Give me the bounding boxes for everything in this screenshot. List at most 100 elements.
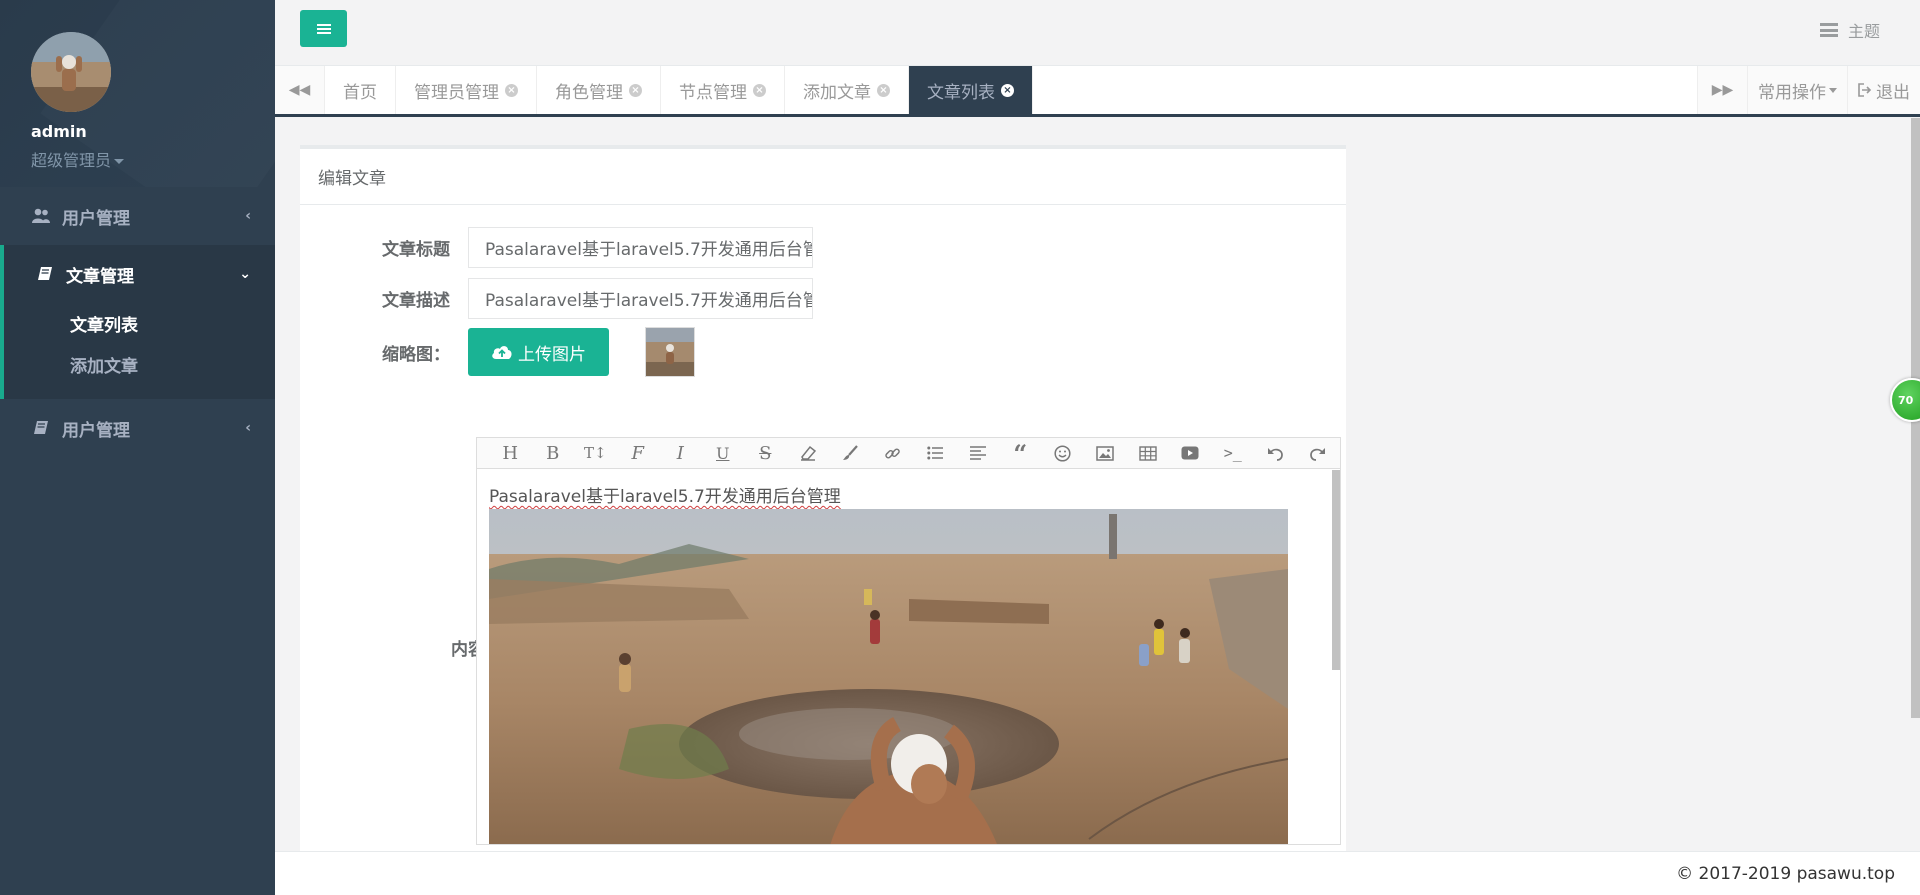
emoji-icon[interactable] xyxy=(1042,438,1085,469)
editor-toolbar: H B T↕ F I U S “ >_ xyxy=(477,438,1340,469)
menu-toggle-button[interactable] xyxy=(300,10,347,47)
undo-icon[interactable] xyxy=(1254,438,1297,469)
double-chevron-left-icon: ◀◀ xyxy=(288,82,311,98)
close-icon[interactable]: × xyxy=(505,83,518,97)
close-icon[interactable]: × xyxy=(877,83,890,97)
close-icon[interactable]: × xyxy=(629,83,642,97)
tabbar-right-actions: ▶▶ 常用操作 退出 xyxy=(1697,66,1920,114)
logout-label: 退出 xyxy=(1876,82,1910,103)
editor-scrollbar[interactable] xyxy=(1332,470,1340,670)
tabs: 首页 管理员管理 × 角色管理 × 节点管理 × 添加文章 × 文章列表 × xyxy=(325,66,1033,114)
profile-block: admin 超级管理员 xyxy=(0,0,275,187)
sub-menu-articles: 文章列表 添加文章 xyxy=(4,303,275,399)
strikethrough-icon[interactable]: S xyxy=(744,438,787,469)
edit-article-panel: 编辑文章 文章标题 Pasalaravel基于laravel5.7开发通用后台管… xyxy=(300,145,1346,851)
caret-down-icon xyxy=(114,159,125,164)
tab-label: 首页 xyxy=(343,82,377,103)
menu-head-users[interactable]: 用户管理 ‹ xyxy=(0,187,275,245)
tabs-scroll-right-button[interactable]: ▶▶ xyxy=(1697,66,1747,114)
sign-out-icon xyxy=(1858,83,1872,97)
thumbnail-row: 缩略图： 上传图片 xyxy=(365,327,695,377)
tab-label: 节点管理 xyxy=(679,82,747,103)
close-icon[interactable]: × xyxy=(753,83,766,97)
menu-head-articles[interactable]: 文章管理 ⌄ xyxy=(4,245,275,303)
terminal-icon[interactable]: >_ xyxy=(1212,438,1255,469)
thumbnail-image xyxy=(645,327,695,377)
menu-head-users-2[interactable]: 用户管理 ‹ xyxy=(0,399,275,457)
sidebar-item-article-list[interactable]: 文章列表 xyxy=(4,303,275,344)
title-input[interactable]: Pasalaravel基于laravel5.7开发通用后台管理 xyxy=(468,227,813,268)
book-icon xyxy=(31,419,51,437)
logout-button[interactable]: 退出 xyxy=(1847,66,1920,114)
user-role-dropdown[interactable]: 超级管理员 xyxy=(31,147,275,171)
redo-icon[interactable] xyxy=(1297,438,1340,469)
chevron-down-icon: ⌄ xyxy=(239,266,251,282)
tab-bar: ◀◀ 首页 管理员管理 × 角色管理 × 节点管理 × 添加文章 × 文章列表 × ▶▶ … xyxy=(275,66,1920,117)
tab-role-management[interactable]: 角色管理 × xyxy=(537,66,661,114)
tab-label: 文章列表 xyxy=(927,82,995,103)
tab-article-list[interactable]: 文章列表 × xyxy=(909,66,1033,114)
font-icon[interactable]: F xyxy=(617,438,660,469)
editor-text: Pasalaravel基于laravel5.7开发通用后台管理 xyxy=(489,487,841,507)
sidebar-item-add-article[interactable]: 添加文章 xyxy=(4,344,275,385)
hamburger-icon xyxy=(316,27,331,30)
link-icon[interactable] xyxy=(872,438,915,469)
heading-icon[interactable]: H xyxy=(489,438,532,469)
chevron-left-icon: ‹ xyxy=(245,208,251,224)
user-role: 超级管理员 xyxy=(31,151,112,170)
table-icon[interactable] xyxy=(1127,438,1170,469)
sidebar-menu: 用户管理 ‹ 文章管理 ⌄ 文章列表 添加文章 用户管理 ‹ xyxy=(0,187,275,457)
panel-title: 编辑文章 xyxy=(300,149,1346,205)
tab-admin-management[interactable]: 管理员管理 × xyxy=(396,66,537,114)
thumbnail-label: 缩略图： xyxy=(382,344,450,365)
menu-label: 文章管理 xyxy=(66,266,134,287)
paint-brush-icon[interactable] xyxy=(829,438,872,469)
upload-image-button[interactable]: 上传图片 xyxy=(468,328,609,376)
ops-label: 常用操作 xyxy=(1758,82,1826,103)
tab-label: 管理员管理 xyxy=(414,82,499,103)
video-icon[interactable] xyxy=(1169,438,1212,469)
markdown-editor: H B T↕ F I U S “ >_ Pasalaravel基于laravel… xyxy=(476,437,1341,845)
tab-label: 角色管理 xyxy=(555,82,623,103)
bold-icon[interactable]: B xyxy=(532,438,575,469)
user-name: admin xyxy=(31,122,87,141)
eraser-icon[interactable] xyxy=(787,438,830,469)
italic-icon[interactable]: I xyxy=(659,438,702,469)
theme-button[interactable]: 主题 xyxy=(1819,18,1880,42)
description-input[interactable]: Pasalaravel基于laravel5.7开发通用后台管理 xyxy=(468,278,813,319)
tab-add-article[interactable]: 添加文章 × xyxy=(785,66,909,114)
theme-label: 主题 xyxy=(1847,22,1880,41)
avatar[interactable] xyxy=(31,32,111,112)
menu-group-users: 用户管理 ‹ xyxy=(0,187,275,245)
sidebar: admin 超级管理员 用户管理 ‹ 文章管理 ⌄ 文章列表 添加文章 用户管理… xyxy=(0,0,275,895)
tabs-scroll-left-button[interactable]: ◀◀ xyxy=(275,66,325,114)
align-left-icon[interactable] xyxy=(957,438,1000,469)
menu-label: 用户管理 xyxy=(62,208,130,229)
content-image xyxy=(489,509,1289,844)
menu-group-users-2: 用户管理 ‹ xyxy=(0,399,275,457)
text-size-icon[interactable]: T↕ xyxy=(574,438,617,469)
image-icon[interactable] xyxy=(1084,438,1127,469)
close-icon[interactable]: × xyxy=(1001,83,1014,97)
description-label: 文章描述 xyxy=(382,291,450,311)
theme-icon xyxy=(1819,23,1838,37)
top-navbar: 主题 xyxy=(275,0,1920,66)
quote-icon[interactable]: “ xyxy=(999,438,1042,469)
chevron-left-icon: ‹ xyxy=(245,420,251,436)
tab-node-management[interactable]: 节点管理 × xyxy=(661,66,785,114)
menu-label: 用户管理 xyxy=(62,420,130,441)
tab-home[interactable]: 首页 xyxy=(325,66,396,114)
title-row: 文章标题 Pasalaravel基于laravel5.7开发通用后台管理 xyxy=(365,227,813,268)
footer: © 2017-2019 pasawu.top xyxy=(275,851,1920,895)
underline-icon[interactable]: U xyxy=(702,438,745,469)
title-label: 文章标题 xyxy=(382,240,450,260)
upload-label: 上传图片 xyxy=(518,344,586,365)
content-label: 内容 xyxy=(451,640,485,660)
main-content: 编辑文章 文章标题 Pasalaravel基于laravel5.7开发通用后台管… xyxy=(275,117,1920,851)
description-row: 文章描述 Pasalaravel基于laravel5.7开发通用后台管理 xyxy=(365,278,813,319)
list-ul-icon[interactable] xyxy=(914,438,957,469)
double-chevron-right-icon: ▶▶ xyxy=(1711,82,1734,98)
cloud-upload-icon xyxy=(491,344,513,360)
common-operations-dropdown[interactable]: 常用操作 xyxy=(1747,66,1847,114)
editor-body[interactable]: Pasalaravel基于laravel5.7开发通用后台管理 xyxy=(477,470,1340,844)
